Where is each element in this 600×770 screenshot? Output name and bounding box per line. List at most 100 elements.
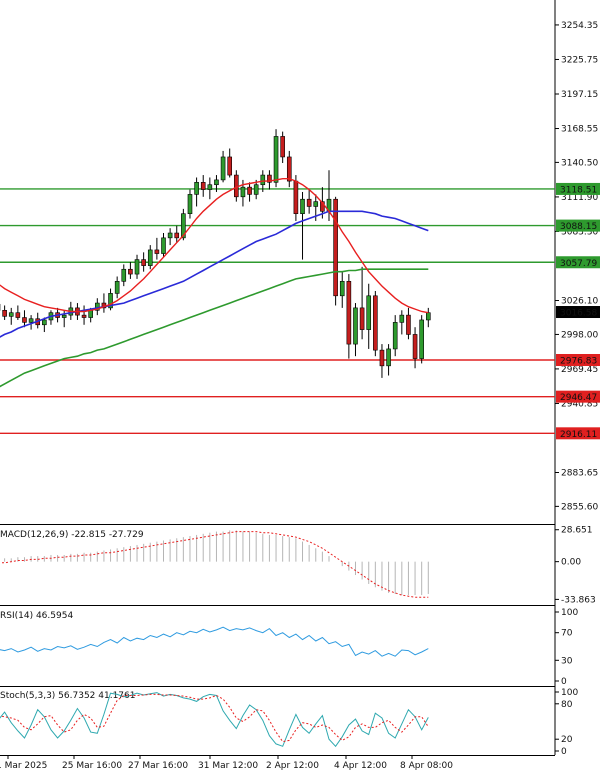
candle-body [240,186,246,198]
level-label: 2916.11 [560,430,597,440]
price-tick-label: 3254.35 [561,21,598,31]
ma-red-line [0,177,429,314]
candle-body [379,349,385,367]
candle-body [313,201,319,207]
macd-label: MACD(12,26,9) -22.815 -27.729 [0,530,144,540]
time-tick-label: 25 Mar 16:00 [62,761,122,770]
candle-body [141,259,146,266]
rsi-label: RSI(14) 46.5954 [0,611,73,621]
candle-body [220,156,226,181]
price-tick-label: 3140.50 [561,158,598,168]
candle-body [392,322,398,350]
rsi-tick-label: 100 [561,608,578,618]
candle-body [366,295,372,330]
candle-body [373,295,378,351]
candle-body [406,314,411,335]
rsi-tick-label: 0 [561,677,567,687]
candle-body [15,312,21,318]
candle-body [333,198,338,297]
candle-body [200,182,206,190]
level-label: 3057.79 [560,259,597,269]
candle-body [227,156,232,176]
candle-body [114,281,120,294]
candle-body [167,232,173,239]
candle-body [346,281,352,345]
macd-panel: MACD(12,26,9) -22.815 -27.729 28.651 0.00 -… [0,526,596,605]
rsi-tick-label: 30 [561,656,573,666]
candle-body [128,268,133,275]
current-price-marker: 3016.58 [556,306,600,319]
level-label: 3118.51 [560,185,597,195]
candle-body [293,180,299,215]
candle-body [174,232,180,239]
level-label: 2946.47 [560,393,597,403]
time-tick-label: 31 Mar 12:00 [198,761,258,770]
macd-signal-line [0,531,429,598]
price-tick-label: 2883.65 [561,469,598,479]
stoch-tick-label: 0 [561,747,567,757]
candle-body [207,184,213,190]
candle-body [121,268,127,282]
candle-body [42,319,47,326]
candle-body [194,182,199,195]
rsi-line [0,626,429,657]
candle-body [339,281,345,297]
stoch-label: Stoch(5,3,3) 56.7352 41.1761 [0,691,135,701]
candle-body [425,312,431,321]
stoch-tick-label: 80 [561,700,573,710]
price-tick-label: 3168.55 [561,125,598,135]
macd-tick-label: 28.651 [561,526,593,536]
candle-body [419,319,424,359]
macd-tick-label: -33.863 [561,595,596,605]
candle-body [353,307,358,345]
candle-body [161,237,166,254]
moving-averages [0,177,429,388]
macd-tick-label: 0.00 [561,558,581,568]
candle-body [253,184,259,195]
time-tick-label: 1 Mar 2025 [0,761,47,770]
candle-body [214,179,219,186]
level-label: 2976.83 [560,357,597,367]
rsi-panel: RSI(14) 46.5954 100 70 30 0 [0,608,578,687]
candle-body [247,186,252,195]
rsi-tick-label: 70 [561,629,573,639]
time-tick-label: 4 Apr 12:00 [334,761,387,770]
candle-body [286,156,292,182]
candle-body [28,318,34,323]
candle-body [8,312,14,317]
candle-body [359,307,365,330]
level-label: 3088.15 [560,222,597,232]
candle-body [187,194,193,215]
candle-body [2,309,7,317]
candle-body [81,314,87,318]
price-tick-label: 3225.75 [561,55,598,65]
candle-body [412,334,418,359]
price-tick-label: 2855.60 [561,502,598,512]
candle-body [154,249,160,254]
stoch-d-line [0,693,429,743]
candle-body [88,309,93,318]
stoch-tick-label: 100 [561,688,578,698]
candlestick-series [0,129,431,378]
candle-body [260,174,266,186]
candle-body [22,317,27,323]
candle-body [399,314,405,323]
candle-body [280,136,285,158]
time-tick-label: 8 Apr 08:00 [400,761,453,770]
stoch-tick-label: 20 [561,735,573,745]
stoch-panel: Stoch(5,3,3) 56.7352 41.1761 100 80 20 0 [0,688,578,757]
current-price-label: 3016.58 [560,309,597,319]
price-tick-label: 2998.00 [561,330,598,340]
candle-body [386,348,391,367]
candle-body [61,314,67,318]
candle-body [300,198,305,215]
price-chart: 3254.353225.753197.153168.553140.503111.… [0,0,600,770]
price-tick-label: 3197.15 [561,90,598,100]
candle-body [273,136,279,183]
candle-body [134,259,140,275]
candle-body [147,249,153,266]
candle-body [306,198,312,207]
time-axis-labels: 1 Mar 2025 25 Mar 16:00 27 Mar 16:00 31 Mar… [0,755,453,770]
time-tick-label: 2 Apr 12:00 [266,761,319,770]
price-tick-label: 3026.10 [561,297,598,307]
